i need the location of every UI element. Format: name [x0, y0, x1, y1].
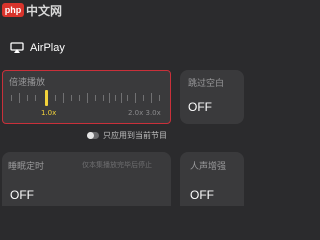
voice-boost-value: OFF — [190, 188, 214, 202]
voice-boost-card[interactable]: 人声增强 OFF — [180, 152, 244, 206]
airplay-icon — [10, 39, 24, 58]
sleep-timer-hint: 仅本集播放完毕后停止 — [82, 161, 152, 169]
speed-current-label: 1.0x — [41, 109, 57, 117]
skip-blank-value: OFF — [188, 100, 212, 114]
airplay-row[interactable]: AirPlay — [10, 40, 65, 56]
sleep-timer-value: OFF — [10, 188, 34, 202]
speed-right-label: 2.0x 3.0x — [128, 109, 161, 117]
sleep-timer-title: 睡眠定时 — [8, 162, 45, 172]
speed-title: 倍速播放 — [9, 78, 46, 88]
watermark-text: 中文网 — [26, 3, 63, 18]
skip-blank-title: 跳过空白 — [188, 79, 225, 89]
only-current-label: 只应用到当前节目 — [103, 131, 167, 140]
speed-thumb[interactable] — [45, 90, 48, 106]
only-current-row[interactable]: 只应用到当前节目 — [87, 130, 167, 141]
watermark: php 中文网 — [2, 2, 62, 18]
sleep-timer-card[interactable]: 睡眠定时 仅本集播放完毕后停止 OFF — [2, 152, 171, 206]
only-current-toggle[interactable] — [87, 132, 99, 139]
airplay-label: AirPlay — [30, 42, 65, 54]
speed-slider[interactable] — [9, 89, 164, 109]
voice-boost-title: 人声增强 — [190, 162, 227, 172]
skip-blank-card[interactable]: 跳过空白 OFF — [180, 70, 244, 124]
php-logo: php — [2, 3, 24, 17]
speed-card[interactable]: 倍速播放 1.0x 2.0x 3.0x — [2, 70, 171, 124]
